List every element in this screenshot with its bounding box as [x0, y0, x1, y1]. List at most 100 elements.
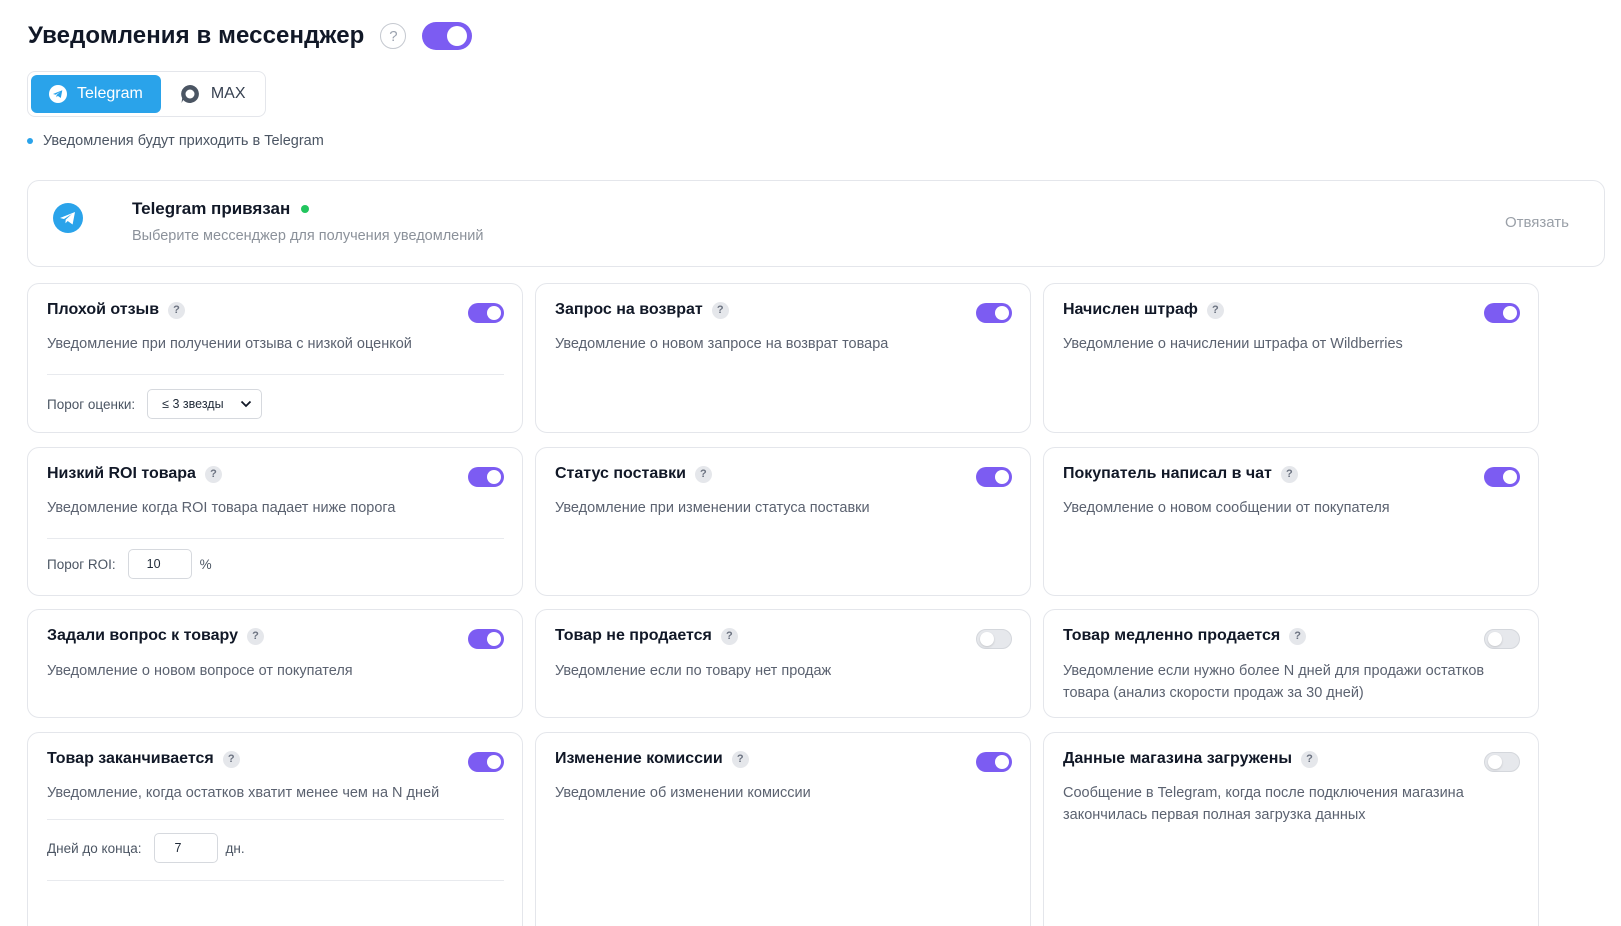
days-left-input[interactable]: 7 [153, 833, 218, 863]
card-title: Изменение комиссии? [555, 750, 749, 768]
card-title-text: Запрос на возврат [555, 301, 703, 318]
notification-card-buyer-chat: Покупатель написал в чат? Уведомление о … [1043, 447, 1539, 596]
card-description: Уведомление о новом вопросе от покупател… [47, 663, 353, 679]
card-description: Сообщение в Telegram, когда после подклю… [1063, 785, 1464, 823]
card-title: Покупатель написал в чат? [1063, 465, 1298, 483]
card-title: Задали вопрос к товару? [47, 627, 264, 645]
messenger-selector: Telegram MAX [27, 71, 266, 117]
card-title-text: Задали вопрос к товару [47, 627, 238, 644]
roi-unit: % [199, 556, 212, 572]
help-icon[interactable]: ? [204, 465, 222, 483]
card-description: Уведомление об изменении комиссии [555, 785, 811, 801]
connection-title: Telegram привязан [132, 199, 291, 218]
help-icon[interactable]: ? [1280, 465, 1298, 483]
card-description: Уведомление о начислении штрафа от Wildb… [1063, 336, 1403, 352]
page-header: Уведомления в мессенджер ? [28, 18, 473, 54]
low-roi-toggle[interactable] [468, 467, 504, 487]
roi-threshold-input[interactable]: 10 [127, 549, 192, 579]
rating-threshold-row: Порог оценки: ≤ 3 звезды [47, 389, 263, 419]
card-title: Запрос на возврат? [555, 301, 729, 319]
card-description: Уведомление о новом запросе на возврат т… [555, 336, 889, 352]
help-icon[interactable]: ? [247, 627, 264, 645]
help-icon[interactable]: ? [1301, 750, 1319, 768]
card-description: Уведомление при изменении статуса постав… [555, 500, 870, 516]
card-title: Товар медленно продается? [1063, 627, 1307, 645]
bullet-dot [27, 138, 33, 144]
notification-card-low-roi: Низкий ROI товара? Уведомление когда ROI… [27, 447, 523, 596]
card-description: Уведомление о новом сообщении от покупат… [1063, 500, 1390, 516]
card-title-text: Изменение комиссии [555, 750, 723, 767]
days-unit: дн. [225, 840, 245, 856]
commission-change-toggle[interactable] [976, 752, 1012, 772]
bad-review-toggle[interactable] [468, 303, 504, 323]
help-icon[interactable]: ? [168, 301, 186, 319]
card-title-text: Товар заканчивается [47, 750, 214, 767]
messenger-hint-text: Уведомления будут приходить в Telegram [43, 133, 324, 149]
max-chat-icon [179, 83, 201, 105]
days-left-label: Дней до конца: [47, 840, 142, 856]
help-icon[interactable]: ? [1206, 301, 1224, 319]
messenger-tab-label: MAX [210, 85, 246, 102]
return-request-toggle[interactable] [976, 303, 1012, 323]
low-stock-toggle[interactable] [468, 752, 504, 772]
help-icon[interactable]: ? [711, 301, 729, 319]
notification-card-low-stock: Товар заканчивается? Уведомление, когда … [27, 732, 523, 926]
card-description: Уведомление когда ROI товара падает ниже… [47, 500, 396, 516]
card-description: Уведомление, когда остатков хватит менее… [47, 785, 440, 801]
roi-threshold-row: Порог ROI: 10 % [47, 549, 212, 579]
telegram-connection-card: Telegram привязан Выберите мессенджер дл… [27, 180, 1605, 267]
card-title-text: Товар медленно продается [1063, 627, 1281, 644]
card-description: Уведомление если нужно более N дней для … [1063, 663, 1485, 701]
card-title: Плохой отзыв? [47, 301, 186, 319]
messenger-tab-telegram[interactable]: Telegram [31, 75, 161, 113]
card-description: Уведомление если по товару нет продаж [555, 663, 832, 679]
buyer-chat-toggle[interactable] [1484, 467, 1520, 487]
help-icon[interactable]: ? [731, 750, 749, 768]
status-indicator-dot [301, 205, 310, 213]
help-icon[interactable]: ? [222, 750, 240, 768]
messenger-notifications-toggle[interactable] [422, 22, 473, 50]
divider [47, 538, 504, 539]
card-title: Товар заканчивается? [47, 750, 240, 768]
card-title-text: Данные магазина загружены [1063, 750, 1293, 767]
card-title: Низкий ROI товара? [47, 465, 222, 483]
divider [47, 880, 504, 881]
card-title-text: Низкий ROI товара [47, 465, 196, 482]
help-icon[interactable]: ? [380, 23, 407, 49]
card-title-text: Начислен штраф [1063, 301, 1198, 318]
notification-card-bad-review: Плохой отзыв? Уведомление при получении … [27, 283, 523, 433]
card-title-text: Товар не продается [555, 627, 712, 644]
notification-card-product-question: Задали вопрос к товару? Уведомление о но… [27, 609, 523, 718]
card-title-text: Покупатель написал в чат [1063, 465, 1272, 482]
connection-status: Telegram привязан [132, 199, 310, 219]
product-question-toggle[interactable] [468, 629, 504, 649]
card-title: Товар не продается? [555, 627, 738, 645]
messenger-tab-max[interactable]: MAX [161, 75, 264, 113]
notification-card-supply-status: Статус поставки? Уведомление при изменен… [535, 447, 1031, 596]
notification-card-commission-change: Изменение комиссии? Уведомление об измен… [535, 732, 1031, 926]
penalty-toggle[interactable] [1484, 303, 1520, 323]
roi-threshold-label: Порог ROI: [47, 556, 116, 572]
help-icon[interactable]: ? [694, 465, 712, 483]
telegram-logo-icon [53, 203, 83, 238]
unlink-button[interactable]: Отвязать [1505, 214, 1569, 231]
telegram-icon [49, 85, 67, 103]
rating-threshold-value: ≤ 3 звезды [162, 397, 224, 411]
store-data-loaded-toggle[interactable] [1484, 752, 1520, 772]
notification-card-slow-sales: Товар медленно продается? Уведомление ес… [1043, 609, 1539, 718]
rating-threshold-label: Порог оценки: [47, 396, 136, 412]
card-title: Статус поставки? [555, 465, 712, 483]
card-description: Уведомление при получении отзыва с низко… [47, 336, 412, 352]
slow-sales-toggle[interactable] [1484, 629, 1520, 649]
notification-card-return-request: Запрос на возврат? Уведомление о новом з… [535, 283, 1031, 433]
messenger-hint: Уведомления будут приходить в Telegram [27, 133, 324, 149]
days-left-row: Дней до конца: 7 дн. [47, 833, 245, 863]
help-icon[interactable]: ? [720, 627, 738, 645]
no-sales-toggle[interactable] [976, 629, 1012, 649]
connection-subtitle: Выберите мессенджер для получения уведом… [132, 228, 484, 244]
messenger-tab-label: Telegram [77, 85, 143, 102]
help-icon[interactable]: ? [1289, 627, 1307, 645]
rating-threshold-select[interactable]: ≤ 3 звезды [147, 389, 263, 419]
divider [47, 374, 504, 375]
supply-status-toggle[interactable] [976, 467, 1012, 487]
